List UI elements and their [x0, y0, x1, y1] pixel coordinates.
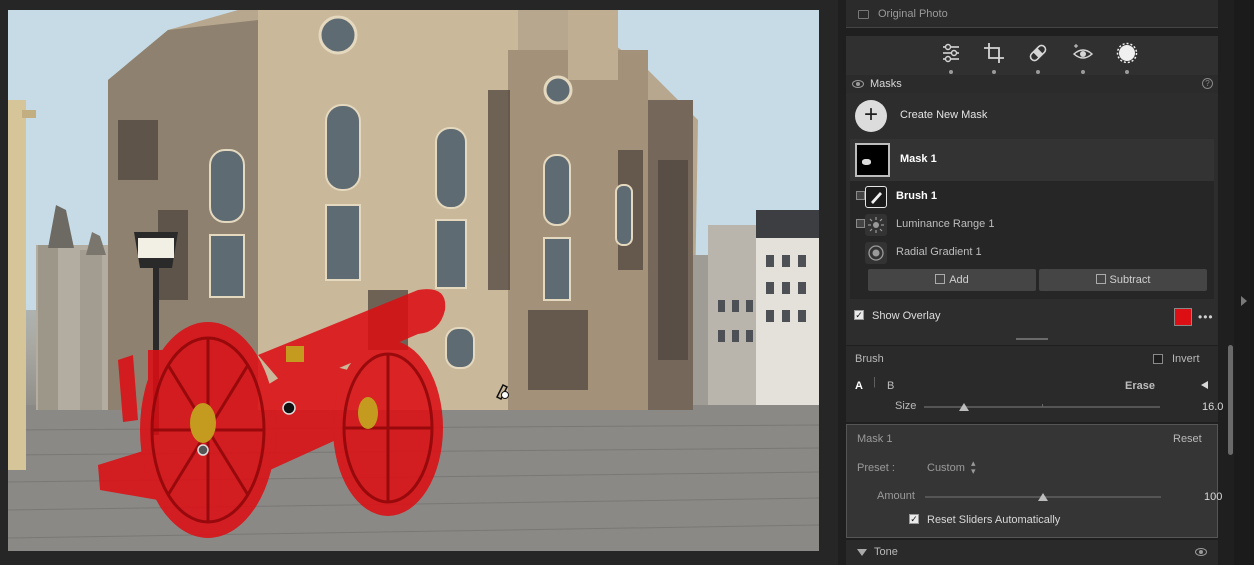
collapse-triangle-icon[interactable]: [857, 549, 867, 556]
eye-icon[interactable]: [1195, 548, 1207, 556]
size-value[interactable]: 16.0: [1202, 401, 1223, 413]
add-button[interactable]: Add: [868, 269, 1036, 291]
more-options-icon[interactable]: •••: [1198, 310, 1214, 324]
original-photo-label: Original Photo: [878, 8, 948, 20]
size-label: Size: [895, 400, 917, 412]
mask-list: Mask 1 Brush 1 Luminance Range 1 Radial …: [850, 139, 1214, 299]
show-overlay-checkbox[interactable]: ✓: [854, 310, 864, 320]
add-label: Add: [949, 274, 969, 286]
masks-panel: + Create New Mask Mask 1 Brush 1 Luminan…: [846, 93, 1218, 345]
brush-icon: [865, 186, 887, 208]
photo-preview[interactable]: [8, 10, 819, 551]
preset-updown-icon[interactable]: ▴ ▾: [971, 459, 976, 476]
show-overlay-row: ✓ Show Overlay •••: [846, 306, 1218, 334]
component-mode-icon: [856, 191, 865, 200]
brush-tab-a[interactable]: A: [855, 380, 863, 392]
edit-sliders-icon[interactable]: [940, 42, 962, 74]
component-row-brush[interactable]: Brush 1: [850, 183, 1214, 211]
right-panel-edge[interactable]: [1234, 0, 1254, 565]
panel-resize-handle[interactable]: [1016, 338, 1048, 340]
mask-pin[interactable]: [197, 444, 209, 456]
invert-label[interactable]: Invert: [1172, 353, 1200, 365]
help-icon[interactable]: ?: [1202, 78, 1213, 89]
brush-tab-b[interactable]: B: [887, 380, 894, 392]
red-eye-icon[interactable]: [1072, 42, 1094, 74]
create-new-mask-label[interactable]: Create New Mask: [900, 109, 987, 121]
component-label: Radial Gradient 1: [896, 246, 982, 258]
original-photo-toggle[interactable]: Original Photo: [846, 0, 1218, 28]
healing-bandage-icon[interactable]: [1027, 42, 1049, 74]
mask-pin-selected[interactable]: [282, 401, 296, 415]
panel-scrollbar[interactable]: [1228, 345, 1233, 455]
component-label: Luminance Range 1: [896, 218, 995, 230]
preset-label: Preset :: [857, 462, 895, 474]
subtract-label: Subtract: [1109, 274, 1151, 286]
mask-adjustments-panel: Mask 1 Reset Preset : Custom ▴ ▾ Amount 1…: [846, 424, 1222, 538]
right-panel: Original Photo Masks ? + Create New Mask…: [838, 0, 1234, 565]
overlay-color-swatch[interactable]: [1174, 308, 1192, 326]
tone-section-header[interactable]: Tone: [846, 540, 1218, 565]
mask-row[interactable]: Mask 1: [850, 139, 1214, 181]
mask-thumbnail[interactable]: [855, 143, 890, 177]
component-row-radial[interactable]: Radial Gradient 1: [850, 239, 1214, 267]
amount-value[interactable]: 100: [1204, 491, 1222, 503]
component-mode-icon: [856, 219, 865, 228]
component-label: Brush 1: [896, 190, 937, 202]
add-mask-icon: [935, 274, 946, 284]
masks-title: Masks: [870, 78, 902, 90]
show-overlay-label[interactable]: Show Overlay: [872, 310, 940, 322]
expand-panel-arrow-icon[interactable]: [1241, 296, 1247, 306]
subtract-button[interactable]: Subtract: [1039, 269, 1207, 291]
invert-checkbox[interactable]: [1153, 354, 1163, 364]
eye-icon[interactable]: [852, 80, 864, 88]
luminance-icon: [865, 214, 887, 236]
erase-tab[interactable]: Erase: [1125, 380, 1155, 392]
subtract-mask-icon: [1095, 274, 1106, 284]
original-photo-checkbox[interactable]: [858, 10, 869, 19]
amount-label: Amount: [877, 490, 915, 502]
reset-button[interactable]: Reset: [1173, 433, 1202, 445]
brush-title: Brush: [855, 353, 884, 365]
brush-tab-divider: |: [873, 376, 876, 388]
tool-strip: [846, 36, 1218, 80]
tone-title: Tone: [874, 546, 898, 558]
masking-icon[interactable]: [1116, 42, 1138, 74]
size-slider-thumb[interactable]: [959, 403, 970, 411]
component-row-luminance[interactable]: Luminance Range 1: [850, 211, 1214, 239]
amount-slider-thumb[interactable]: [1038, 493, 1048, 501]
collapse-arrow-icon[interactable]: [1201, 381, 1208, 389]
mask-name: Mask 1: [900, 153, 937, 165]
preset-select[interactable]: Custom: [927, 462, 965, 474]
create-new-mask-button[interactable]: +: [855, 100, 887, 132]
crop-icon[interactable]: [983, 42, 1005, 74]
reset-sliders-checkbox[interactable]: ✓: [909, 514, 919, 524]
brush-panel: Brush Invert A | B Erase Size 16.0: [846, 346, 1223, 422]
masks-header: Masks ?: [846, 75, 1218, 93]
photo-image: [8, 10, 819, 551]
slider-tick: [1042, 404, 1043, 407]
mask-adjust-title: Mask 1: [857, 433, 893, 445]
photo-canvas[interactable]: [0, 0, 838, 565]
reset-sliders-label[interactable]: Reset Sliders Automatically: [927, 514, 1060, 526]
radial-gradient-icon: [865, 242, 887, 264]
